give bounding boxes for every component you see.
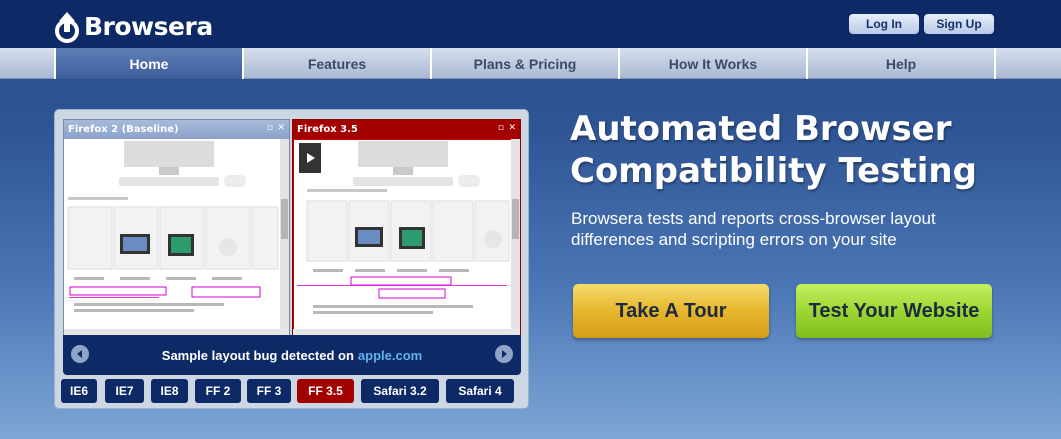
tested-pane-title: Firefox 3.5 [297, 124, 358, 135]
maximize-icon[interactable]: ▫ [498, 123, 504, 133]
bug-caption-text: Sample layout bug detected on [161, 347, 354, 363]
top-header: Browsera Log In Sign Up [0, 0, 1061, 48]
browser-comparison-showcase: Firefox 2 (Baseline) ▫ ✕ Firefox 3.5 ▫ ✕… [54, 109, 529, 409]
baseline-pane-title: Firefox 2 (Baseline) [68, 124, 179, 135]
signup-button[interactable]: Sign Up [924, 14, 994, 34]
nav-features[interactable]: Features [244, 48, 432, 79]
baseline-page-screenshot [64, 139, 289, 340]
previous-arrow-icon[interactable] [71, 345, 89, 363]
test-your-website-button[interactable]: Test Your Website [796, 284, 992, 338]
browser-tab-ff2[interactable]: FF 2 [195, 379, 241, 403]
hero-description: Browsera tests and reports cross-browser… [571, 209, 936, 249]
tested-browser-pane: Firefox 3.5 ▫ ✕ [292, 119, 521, 341]
browser-tab-safari32[interactable]: Safari 3.2 [361, 379, 439, 403]
next-arrow-icon[interactable] [495, 345, 513, 363]
nav-plans-pricing[interactable]: Plans & Pricing [432, 48, 620, 79]
browser-tab-ie6[interactable]: IE6 [61, 379, 97, 403]
browser-tab-ff35[interactable]: FF 3.5 [297, 379, 354, 403]
browser-tab-ie8[interactable]: IE8 [151, 379, 188, 403]
brand-name: Browsera [84, 11, 213, 41]
baseline-pane-titlebar: Firefox 2 (Baseline) ▫ ✕ [64, 120, 289, 139]
close-icon[interactable]: ✕ [277, 123, 285, 133]
nav-home[interactable]: Home [54, 48, 244, 79]
close-icon[interactable]: ✕ [508, 123, 516, 133]
tested-pane-titlebar: Firefox 3.5 ▫ ✕ [293, 120, 520, 139]
login-button[interactable]: Log In [849, 14, 919, 34]
tested-page-screenshot [293, 138, 520, 340]
browser-tab-ie7[interactable]: IE7 [105, 379, 144, 403]
brand-logo[interactable]: Browsera [54, 8, 213, 44]
bug-caption-bar: Sample layout bug detected on apple.com [63, 335, 521, 375]
page-headline: Automated Browser Compatibility Testing [570, 108, 1050, 192]
nav-how-it-works[interactable]: How It Works [620, 48, 808, 79]
bug-site-link[interactable]: apple.com [358, 348, 422, 363]
main-nav: Home Features Plans & Pricing How It Wor… [0, 48, 1061, 79]
headline-line-2: Compatibility Testing [570, 151, 977, 191]
browsera-logo-icon [55, 12, 79, 43]
headline-line-1: Automated Browser [570, 109, 952, 149]
browser-tab-ff3[interactable]: FF 3 [247, 379, 291, 403]
maximize-icon[interactable]: ▫ [267, 123, 273, 133]
nav-help[interactable]: Help [808, 48, 996, 79]
baseline-browser-pane: Firefox 2 (Baseline) ▫ ✕ [63, 119, 290, 341]
take-a-tour-button[interactable]: Take A Tour [573, 284, 769, 338]
browser-tab-safari4[interactable]: Safari 4 [446, 379, 514, 403]
